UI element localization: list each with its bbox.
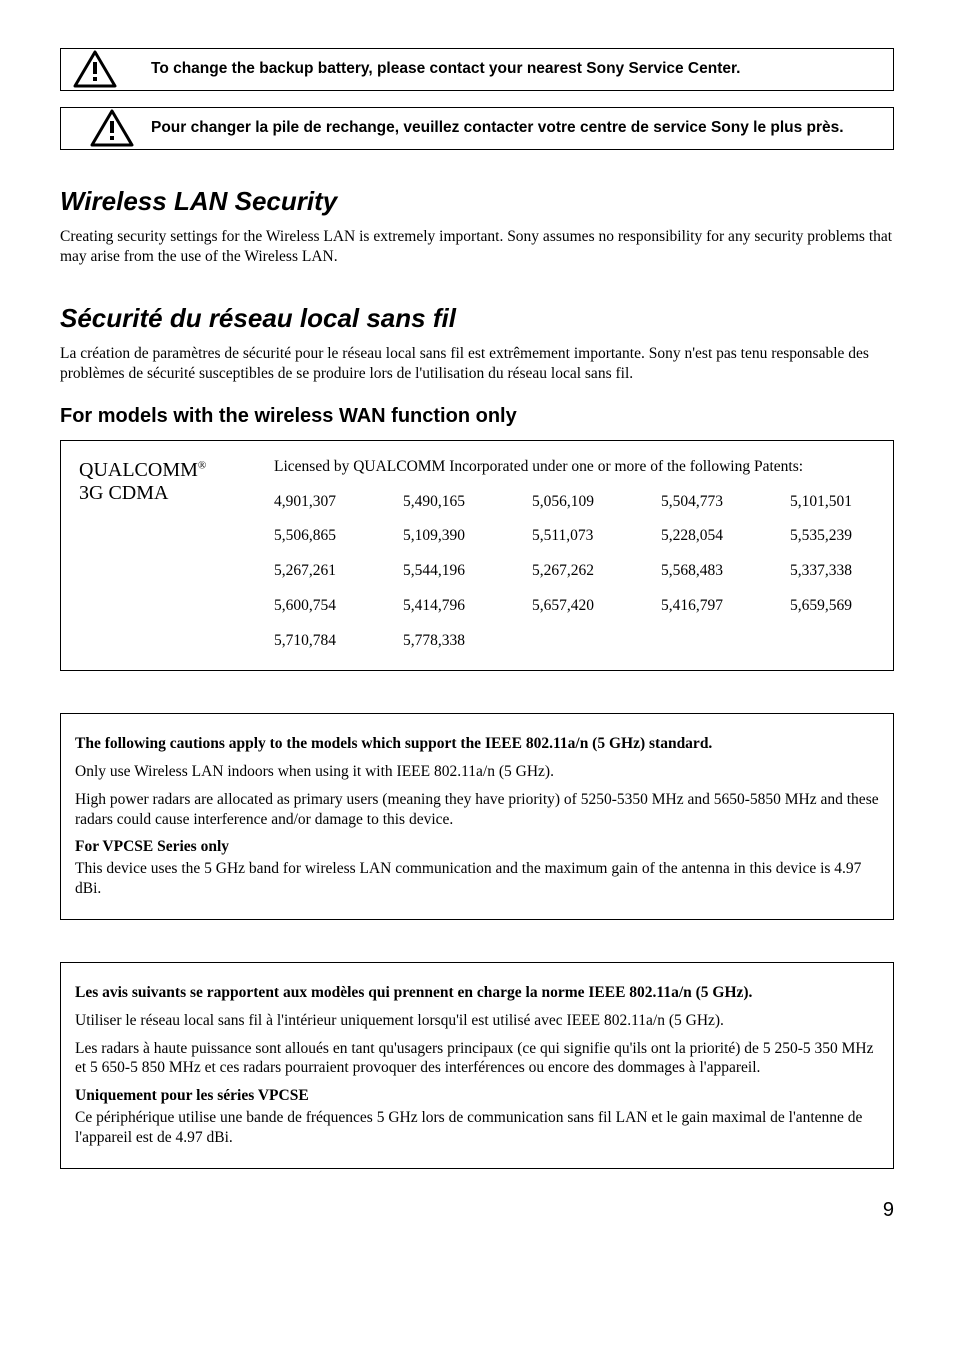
patent-number: 5,504,773: [661, 492, 746, 513]
patent-number: 5,535,239: [790, 526, 875, 547]
patent-number: 5,416,797: [661, 596, 746, 617]
patent-number: 5,511,073: [532, 526, 617, 547]
patent-number: 5,568,483: [661, 561, 746, 582]
patent-number: 4,901,307: [274, 492, 359, 513]
brand-subline: 3G CDMA: [79, 482, 254, 505]
warning-text-en: To change the backup battery, please con…: [151, 49, 893, 90]
patent-number: [790, 631, 875, 652]
patent-number: 5,267,262: [532, 561, 617, 582]
patent-number: [532, 631, 617, 652]
caution-en-sub-bold: For VPCSE Series only: [75, 838, 229, 855]
caution-fr-p2: Les radars à haute puissance sont alloué…: [75, 1039, 879, 1079]
caution-en-p2: High power radars are allocated as prima…: [75, 790, 879, 830]
patent-number: 5,101,501: [790, 492, 875, 513]
caution-box-fr: Les avis suivants se rapportent aux modè…: [60, 962, 894, 1169]
patent-number: 5,506,865: [274, 526, 359, 547]
caution-en-sub-text: This device uses the 5 GHz band for wire…: [75, 859, 879, 899]
warning-triangle-icon: [90, 109, 134, 147]
patent-number: 5,490,165: [403, 492, 488, 513]
caution-en-intro: The following cautions apply to the mode…: [75, 735, 712, 752]
page-number: 9: [60, 1197, 894, 1224]
patent-grid: 4,901,307 5,490,165 5,056,109 5,504,773 5,10…: [274, 492, 875, 653]
qualcomm-brand: QUALCOMM® 3G CDMA: [79, 457, 254, 653]
patent-number: 5,600,754: [274, 596, 359, 617]
caution-fr-intro: Les avis suivants se rapportent aux modè…: [75, 984, 752, 1001]
patent-number: 5,056,109: [532, 492, 617, 513]
warning-icon-cell: [61, 50, 151, 88]
registered-mark: ®: [198, 459, 206, 471]
warning-icon-cell: [61, 109, 151, 147]
caution-en-p1: Only use Wireless LAN indoors when using…: [75, 762, 879, 782]
patent-content: Licensed by QUALCOMM Incorporated under …: [274, 457, 875, 653]
patent-number: 5,414,796: [403, 596, 488, 617]
caution-box-en: The following cautions apply to the mode…: [60, 713, 894, 920]
brand-name: QUALCOMM: [79, 459, 198, 481]
patent-number: 5,778,338: [403, 631, 488, 652]
caution-fr-sub-text: Ce périphérique utilise une bande de fré…: [75, 1108, 879, 1148]
para-wlan-en: Creating security settings for the Wirel…: [60, 227, 894, 267]
patent-intro: Licensed by QUALCOMM Incorporated under …: [274, 457, 875, 478]
patent-number: 5,659,569: [790, 596, 875, 617]
patent-number: [661, 631, 746, 652]
warning-box-en: To change the backup battery, please con…: [60, 48, 894, 91]
warning-triangle-icon: [73, 50, 117, 88]
patent-box: QUALCOMM® 3G CDMA Licensed by QUALCOMM I…: [60, 440, 894, 672]
patent-number: 5,657,420: [532, 596, 617, 617]
patent-number: 5,267,261: [274, 561, 359, 582]
heading-wwan: For models with the wireless WAN functio…: [60, 403, 894, 430]
patent-number: 5,228,054: [661, 526, 746, 547]
warning-text-fr: Pour changer la pile de rechange, veuill…: [151, 108, 893, 149]
warning-box-fr: Pour changer la pile de rechange, veuill…: [60, 107, 894, 150]
heading-wlan-en: Wireless LAN Security: [60, 184, 894, 219]
para-wlan-fr: La création de paramètres de sécurité po…: [60, 344, 894, 384]
heading-wlan-fr: Sécurité du réseau local sans fil: [60, 301, 894, 336]
patent-number: 5,109,390: [403, 526, 488, 547]
patent-number: 5,337,338: [790, 561, 875, 582]
patent-number: 5,710,784: [274, 631, 359, 652]
caution-fr-sub-bold: Uniquement pour les séries VPCSE: [75, 1087, 309, 1104]
patent-number: 5,544,196: [403, 561, 488, 582]
caution-fr-p1: Utiliser le réseau local sans fil à l'in…: [75, 1011, 879, 1031]
